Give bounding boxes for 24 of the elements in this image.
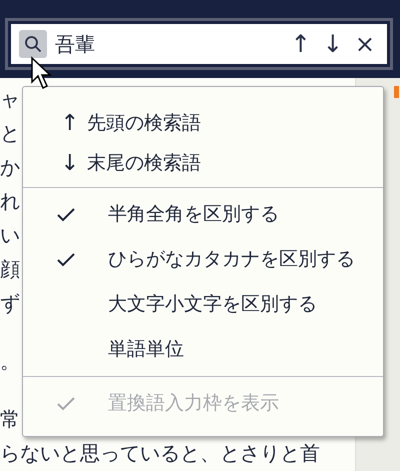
menu-item[interactable]: ↓ 末尾の検索語 bbox=[23, 143, 383, 183]
text-line: と bbox=[0, 121, 20, 145]
text-line: か bbox=[0, 155, 20, 179]
arrow-up-icon: ↑ bbox=[60, 106, 79, 140]
text-line: 。 bbox=[0, 349, 20, 373]
text-line: 顔 bbox=[0, 257, 20, 281]
up-arrow-button[interactable]: ↑ bbox=[286, 32, 315, 56]
text-line: ず bbox=[0, 291, 20, 315]
text-line: れ bbox=[0, 189, 20, 213]
arrow-down-icon: ↓ bbox=[60, 146, 79, 180]
menu-item[interactable]: 大文字小文字を区別する bbox=[23, 282, 383, 327]
scroll-marker bbox=[394, 86, 399, 98]
down-arrow-button[interactable]: ↓ bbox=[318, 32, 347, 56]
menu-item[interactable]: ひらがなカタカナを区別する bbox=[23, 237, 383, 282]
menu-item[interactable]: 半角全角を区別する bbox=[23, 192, 383, 237]
close-button[interactable]: × bbox=[350, 32, 379, 56]
menu-item[interactable]: 単語単位 bbox=[23, 327, 383, 372]
text-line: 常 bbox=[0, 407, 20, 431]
search-icon[interactable] bbox=[19, 30, 47, 58]
text-line: ャ bbox=[0, 87, 20, 111]
search-field[interactable]: 吾輩 ↑ ↓ × bbox=[8, 21, 390, 67]
text-line: らないと思っていると、とさりと首 bbox=[0, 441, 320, 465]
text-line: い bbox=[0, 223, 20, 247]
menu-item[interactable]: ↑ 先頭の検索語 bbox=[23, 103, 383, 143]
